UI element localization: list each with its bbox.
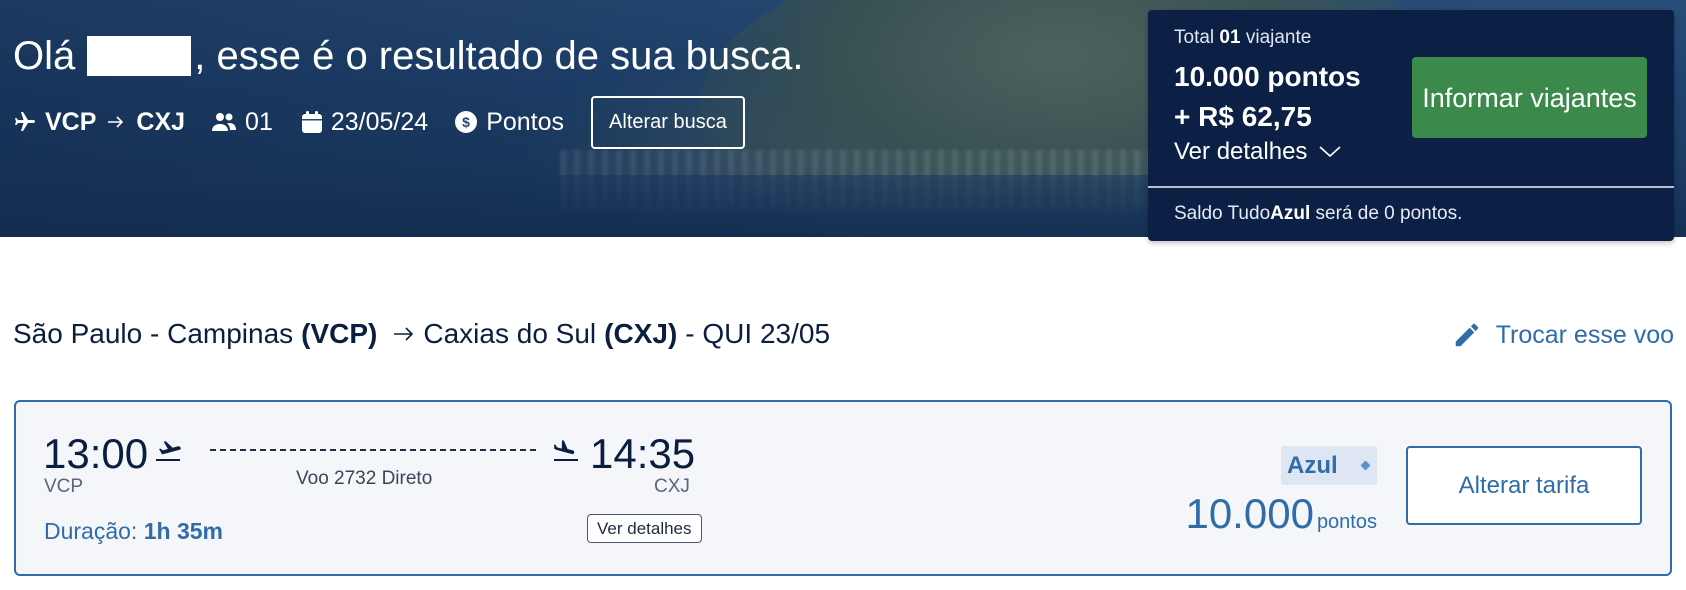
flight-duration: Duração: 1h 35m [44, 518, 223, 545]
balance-brand: Azul [1270, 203, 1311, 224]
takeoff-icon [156, 441, 181, 461]
fare-badge: Azul [1281, 446, 1377, 485]
payment-mode: Pontos [486, 107, 565, 136]
fare-price: 10.000 pontos [1185, 490, 1377, 538]
fare-name: Azul [1287, 451, 1338, 479]
points-amount: 10.000 pontos [1174, 61, 1361, 92]
alter-fare-button[interactable]: Alterar tarifa [1406, 446, 1642, 525]
passengers-segment: 01 [211, 108, 273, 137]
destination-city: Caxias do Sul [423, 318, 597, 349]
booking-summary-panel: Total 01 viajante 10.000 pontos + R$ 62,… [1148, 10, 1674, 241]
coin-icon: $ [455, 111, 478, 133]
flight-number: Voo 2732 Direto [296, 468, 433, 489]
pencil-icon [1455, 323, 1478, 347]
destination-code: CXJ [136, 107, 186, 136]
origin-airport-code: (VCP) [301, 318, 378, 349]
landing-icon [554, 440, 578, 461]
search-summary: VCP CXJ 01 23/05/24 $ Pontos Alterar bus… [13, 94, 745, 150]
people-icon [212, 113, 237, 131]
route-segment: VCP CXJ [13, 108, 185, 137]
destination-airport-code: (CXJ) [604, 318, 678, 349]
calendar-icon [301, 111, 322, 133]
arrow-right-icon [394, 327, 414, 341]
total-suffix: viajante [1245, 27, 1312, 48]
greeting-prefix: Olá [13, 34, 76, 78]
balance-suffix: será de 0 pontos. [1315, 203, 1463, 224]
arrow-right-icon [108, 116, 124, 128]
total-prefix: Total [1174, 27, 1215, 48]
diamond-icon [1360, 460, 1371, 471]
points-balance-note: Saldo TudoAzul será de 0 pontos. [1174, 203, 1462, 225]
arrival-code: CXJ [654, 476, 690, 497]
duration-label: Duração: [44, 518, 138, 544]
departure-time: 13:00 [43, 430, 149, 477]
greeting-heading: Olá , esse é o resultado de sua busca. [13, 30, 804, 82]
flight-details-button[interactable]: Ver detalhes [587, 514, 702, 543]
travel-date: 23/05/24 [330, 107, 429, 136]
origin-city: São Paulo - Campinas [13, 318, 294, 349]
summary-details-label: Ver detalhes [1174, 138, 1308, 165]
price-unit: pontos [1316, 511, 1377, 533]
date-segment: 23/05/24 [301, 108, 428, 137]
arrival-time: 14:35 [590, 430, 696, 477]
balance-prefix: Saldo Tudo [1174, 203, 1271, 224]
origin-code: VCP [45, 107, 97, 136]
svg-text:$: $ [462, 114, 470, 130]
payment-segment: $ Pontos [454, 108, 564, 137]
total-count: 01 [1219, 27, 1241, 48]
change-flight-link[interactable]: Trocar esse voo [1452, 320, 1674, 350]
flight-route-line [210, 449, 536, 451]
traveler-total: Total 01 viajante [1174, 27, 1311, 49]
change-flight-label: Trocar esse voo [1495, 320, 1674, 349]
route-date: - QUI 23/05 [685, 318, 831, 349]
total-price: 10.000 pontos + R$ 62,75 [1174, 57, 1361, 137]
money-amount: + R$ 62,75 [1174, 101, 1312, 132]
summary-details-toggle[interactable]: Ver detalhes [1174, 138, 1341, 166]
duration-value: 1h 35m [143, 518, 223, 544]
route-title: São Paulo - Campinas (VCP) Caxias do Sul… [13, 318, 830, 350]
chevron-down-icon [1319, 146, 1341, 158]
passenger-count: 01 [245, 107, 273, 136]
inform-travelers-button[interactable]: Informar viajantes [1412, 57, 1647, 138]
departure-code: VCP [44, 476, 84, 497]
flight-card[interactable]: 13:00 VCP Voo 2732 Direto 14:35 CXJ Dura… [14, 400, 1672, 576]
plane-icon [15, 112, 35, 131]
price-value: 10.000 [1185, 490, 1314, 537]
greeting-suffix: , esse é o resultado de sua busca. [194, 34, 804, 78]
redacted-user-name [87, 36, 192, 76]
alter-search-button[interactable]: Alterar busca [591, 95, 745, 149]
panel-divider [1148, 186, 1674, 188]
